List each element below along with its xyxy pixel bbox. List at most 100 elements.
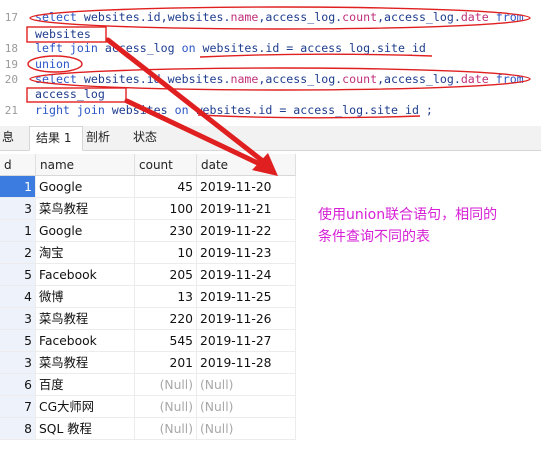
tab-info[interactable]: 息 xyxy=(0,126,22,149)
table-row[interactable]: 3 菜鸟教程 100 2019-11-21 xyxy=(0,198,296,220)
cell-id[interactable]: 4 xyxy=(0,286,36,308)
table-row[interactable]: 5 Facebook 205 2019-11-24 xyxy=(0,264,296,286)
code-token: websites xyxy=(111,103,175,117)
column-header-date[interactable]: date xyxy=(197,154,296,176)
annotation-line-2: 条件查询不同的表 xyxy=(318,229,430,245)
cell-date[interactable]: 2019-11-26 xyxy=(197,308,296,330)
code-token: websites.id = access_log.site_id ; xyxy=(195,103,433,117)
code-token: ,access_log. xyxy=(258,72,343,86)
code-token: from xyxy=(488,72,524,86)
sql-editor[interactable]: 17 select websites.id,websites.name,acces… xyxy=(0,0,541,124)
table-row[interactable]: 1 Google 45 2019-11-20 xyxy=(0,176,296,198)
column-header-count[interactable]: count xyxy=(135,154,197,176)
cell-count[interactable]: (Null) xyxy=(135,396,197,418)
cell-date[interactable]: 2019-11-25 xyxy=(197,286,296,308)
table-row[interactable]: 2 淘宝 10 2019-11-23 xyxy=(0,242,296,264)
code-token: ,access_log. xyxy=(377,10,461,24)
cell-id[interactable]: 1 xyxy=(0,220,36,242)
code-line: right join websites on websites.id = acc… xyxy=(35,103,433,117)
code-token: websites.id = access_log.site_id xyxy=(202,41,426,55)
table-row[interactable]: 8 SQL 教程 (Null) (Null) xyxy=(0,418,296,440)
annotation-line-1: 使用union联合语句，相同的 xyxy=(318,207,498,223)
cell-id[interactable]: 1 xyxy=(0,176,36,198)
code-token: ,access_log. xyxy=(258,10,343,24)
cell-id[interactable]: 5 xyxy=(0,264,36,286)
cell-name[interactable]: 菜鸟教程 xyxy=(36,352,135,374)
cell-date[interactable]: 2019-11-23 xyxy=(197,242,296,264)
cell-name[interactable]: Facebook xyxy=(36,330,135,352)
code-token: on xyxy=(181,41,203,55)
code-token: websites xyxy=(35,27,91,41)
cell-id[interactable]: 3 xyxy=(0,198,36,220)
cell-count[interactable]: 545 xyxy=(135,330,197,352)
line-number: 17 xyxy=(4,11,18,24)
tab-result-1[interactable]: 结果 1 xyxy=(29,126,83,151)
cell-count[interactable]: 230 xyxy=(135,220,197,242)
cell-name[interactable]: 菜鸟教程 xyxy=(36,308,135,330)
cell-name[interactable]: CG大师网 xyxy=(36,396,135,418)
line-number: 20 xyxy=(4,73,18,86)
code-token: access_log xyxy=(104,41,182,55)
code-token: right join xyxy=(35,103,112,117)
code-token: date xyxy=(460,10,489,24)
cell-name[interactable]: 微博 xyxy=(36,286,135,308)
cell-count[interactable]: (Null) xyxy=(135,374,197,396)
code-line: select websites.id,websites.name,access_… xyxy=(35,72,524,86)
column-header-id[interactable]: d xyxy=(0,154,36,176)
table-row[interactable]: 7 CG大师网 (Null) (Null) xyxy=(0,396,296,418)
cell-name[interactable]: Facebook xyxy=(36,264,135,286)
cell-id[interactable]: 7 xyxy=(0,396,36,418)
cell-date[interactable]: (Null) xyxy=(197,374,296,396)
code-token: left join xyxy=(35,41,105,55)
tab-status[interactable]: 状态 xyxy=(133,126,167,149)
cell-count[interactable]: 201 xyxy=(135,352,197,374)
cell-id[interactable]: 2 xyxy=(0,242,36,264)
code-token: select xyxy=(35,72,84,86)
code-token: ,access_log. xyxy=(377,72,461,86)
cell-count[interactable]: 13 xyxy=(135,286,197,308)
cell-id[interactable]: 5 xyxy=(0,330,36,352)
column-header-name[interactable]: name xyxy=(36,154,135,176)
tab-profile[interactable]: 剖析 xyxy=(86,126,120,149)
cell-id[interactable]: 3 xyxy=(0,352,36,374)
code-token: websites.id,websites. xyxy=(83,10,231,24)
table-row[interactable]: 4 微博 13 2019-11-25 xyxy=(0,286,296,308)
cell-count[interactable]: 100 xyxy=(135,198,197,220)
cell-date[interactable]: 2019-11-28 xyxy=(197,352,296,374)
cell-count[interactable]: (Null) xyxy=(135,418,197,440)
cell-count[interactable]: 10 xyxy=(135,242,197,264)
code-line: union xyxy=(35,57,70,71)
code-token: union xyxy=(35,57,70,71)
cell-name[interactable]: Google xyxy=(36,176,135,198)
cell-date[interactable]: 2019-11-20 xyxy=(197,176,296,198)
cell-id[interactable]: 3 xyxy=(0,308,36,330)
code-line: websites xyxy=(35,27,91,41)
code-token: websites.id,websites. xyxy=(83,72,231,86)
cell-name[interactable]: 淘宝 xyxy=(36,242,135,264)
cell-id[interactable]: 6 xyxy=(0,374,36,396)
cell-name[interactable]: 百度 xyxy=(36,374,135,396)
code-token: select xyxy=(35,10,84,24)
cell-date[interactable]: 2019-11-22 xyxy=(197,220,296,242)
table-row[interactable]: 6 百度 (Null) (Null) xyxy=(0,374,296,396)
table-row[interactable]: 5 Facebook 545 2019-11-27 xyxy=(0,330,296,352)
table-row[interactable]: 3 菜鸟教程 201 2019-11-28 xyxy=(0,352,296,374)
cell-count[interactable]: 205 xyxy=(135,264,197,286)
cell-name[interactable]: 菜鸟教程 xyxy=(36,198,135,220)
cell-date[interactable]: (Null) xyxy=(197,396,296,418)
cell-date[interactable]: (Null) xyxy=(197,418,296,440)
table-row[interactable]: 1 Google 230 2019-11-22 xyxy=(0,220,296,242)
cell-name[interactable]: SQL 教程 xyxy=(36,418,135,440)
cell-name[interactable]: Google xyxy=(36,220,135,242)
code-token: count xyxy=(342,72,378,86)
cell-date[interactable]: 2019-11-24 xyxy=(197,264,296,286)
cell-id[interactable]: 8 xyxy=(0,418,36,440)
cell-count[interactable]: 220 xyxy=(135,308,197,330)
line-number: 18 xyxy=(4,42,18,55)
code-line: access_log xyxy=(35,87,105,101)
cell-date[interactable]: 2019-11-27 xyxy=(197,330,296,352)
code-token: name xyxy=(230,72,259,86)
cell-date[interactable]: 2019-11-21 xyxy=(197,198,296,220)
table-row[interactable]: 3 菜鸟教程 220 2019-11-26 xyxy=(0,308,296,330)
cell-count[interactable]: 45 xyxy=(135,176,197,198)
